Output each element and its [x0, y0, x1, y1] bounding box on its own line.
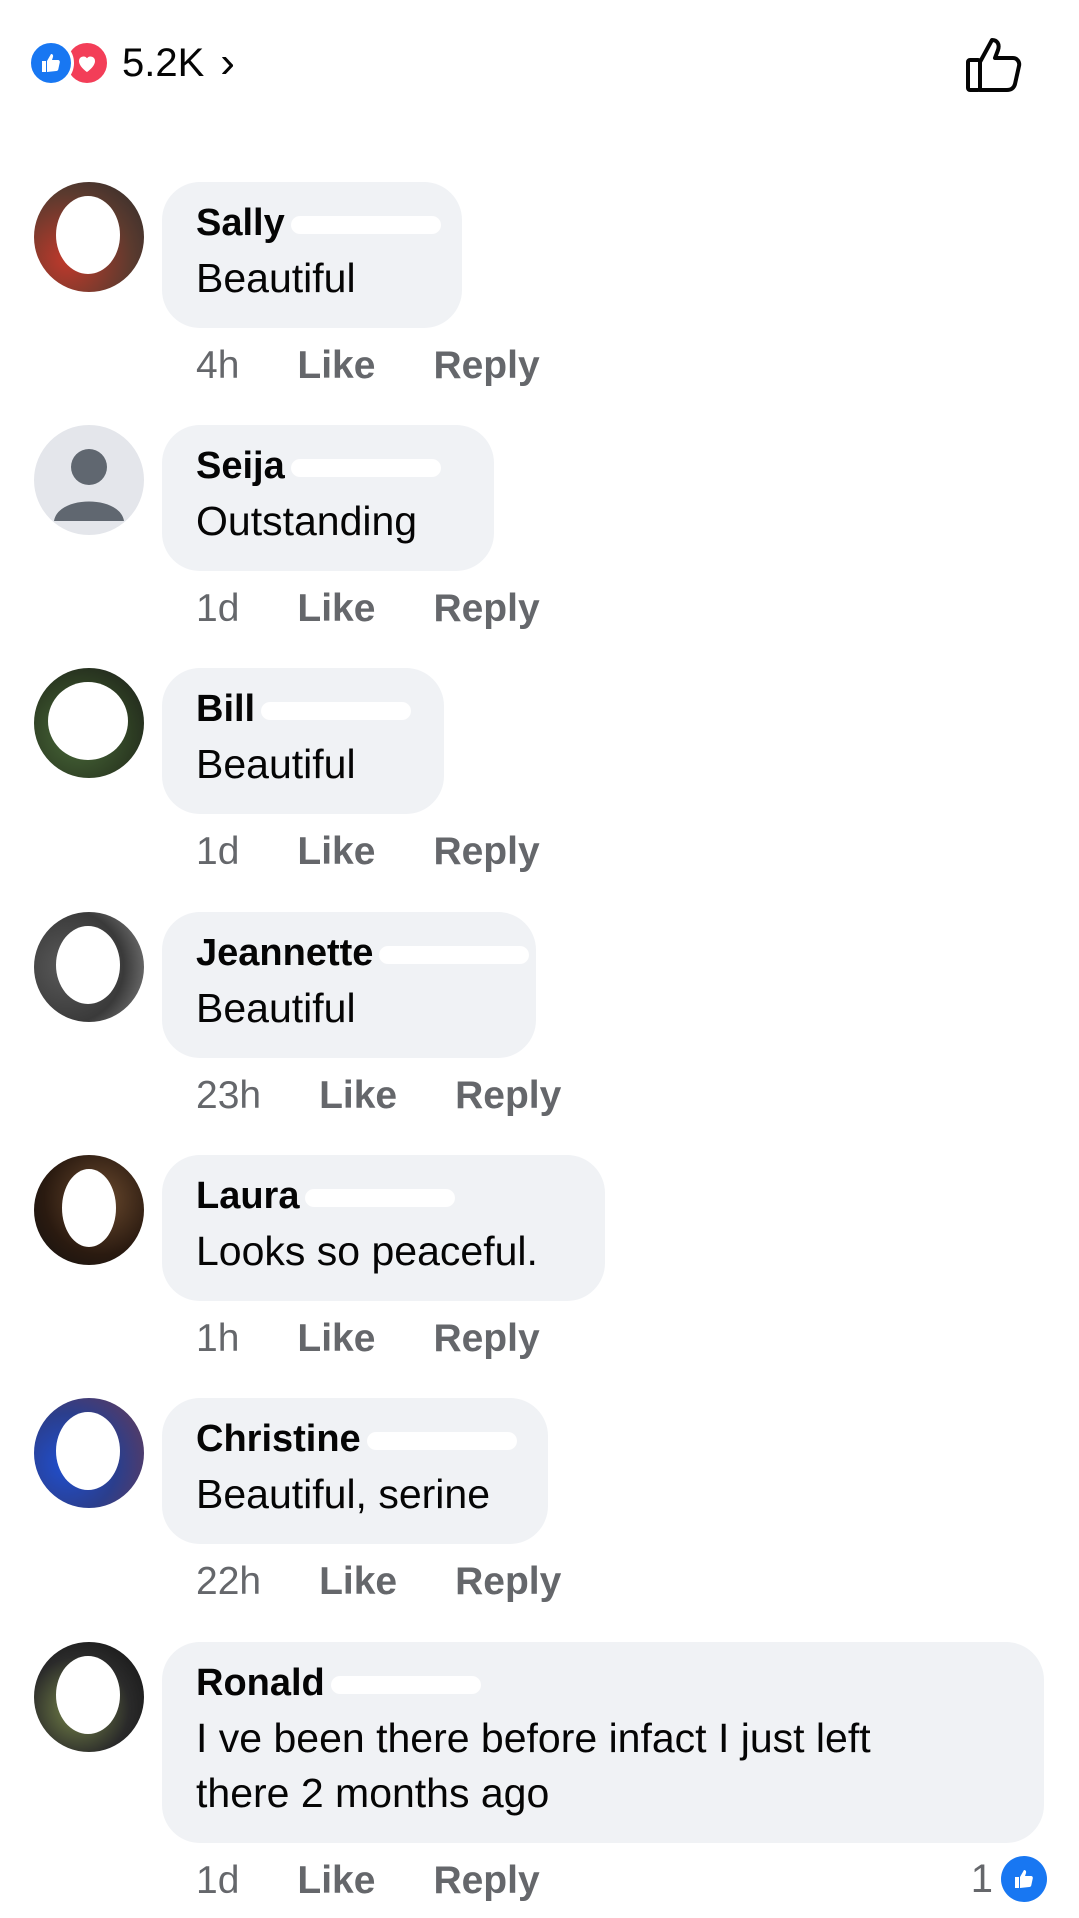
comment-text: Beautiful, serine: [196, 1471, 491, 1517]
reply-button[interactable]: Reply: [433, 1859, 539, 1903]
reply-button[interactable]: Reply: [455, 1560, 561, 1604]
avatar[interactable]: [34, 1398, 144, 1508]
comment-time: 1d: [196, 830, 240, 873]
chevron-right-icon: ›: [220, 38, 235, 87]
comment-author[interactable]: Jeannette: [196, 932, 530, 975]
like-button[interactable]: Like: [319, 1560, 397, 1604]
avatar[interactable]: [34, 182, 144, 292]
reply-button[interactable]: Reply: [433, 830, 539, 874]
reaction-count: 5.2K: [122, 40, 205, 85]
comment-actions: 4h Like Reply: [196, 344, 598, 388]
comment-bubble: Ronald I ve been there before infact I j…: [162, 1642, 1044, 1843]
comment-bubble: Seija Outstanding: [162, 425, 494, 571]
comment-author[interactable]: Ronald: [196, 1662, 1010, 1705]
comment-bubble: Bill Beautiful: [162, 668, 444, 814]
avatar[interactable]: [34, 425, 144, 535]
comment-bubble: Sally Beautiful: [162, 182, 462, 328]
comment-text: I ve been there before infact I just lef…: [196, 1715, 871, 1816]
like-button[interactable]: Like: [319, 1074, 397, 1118]
like-button[interactable]: Like: [297, 830, 375, 874]
comment-author[interactable]: Bill: [196, 688, 412, 731]
comment-bubble: Laura Looks so peaceful.: [162, 1155, 605, 1301]
like-button[interactable]: Like: [297, 1859, 375, 1903]
like-reaction-icon: [1001, 1856, 1047, 1902]
comment-time: 1d: [196, 587, 240, 630]
comment-time: 23h: [196, 1074, 262, 1117]
comment-author[interactable]: Laura: [196, 1175, 571, 1218]
comment-reaction-count[interactable]: 1: [971, 1856, 1047, 1902]
comment-actions: 1h Like Reply: [196, 1317, 598, 1361]
comment-bubble: Jeannette Beautiful: [162, 912, 536, 1058]
like-reaction-icon: [28, 40, 74, 86]
like-button[interactable]: Like: [297, 344, 375, 388]
comment-actions: 1d Like Reply: [196, 587, 598, 631]
comment-text: Beautiful: [196, 985, 356, 1031]
reply-button[interactable]: Reply: [433, 587, 539, 631]
reply-button[interactable]: Reply: [433, 1317, 539, 1361]
reply-button[interactable]: Reply: [433, 344, 539, 388]
comment-author[interactable]: Sally: [196, 202, 441, 245]
comment-text: Looks so peaceful.: [196, 1228, 538, 1274]
default-avatar-icon: [54, 449, 124, 521]
comment-actions: 1d Like Reply: [196, 1859, 598, 1903]
reply-button[interactable]: Reply: [455, 1074, 561, 1118]
comment-time: 1h: [196, 1317, 240, 1360]
comment-author[interactable]: Seija: [196, 445, 460, 488]
avatar[interactable]: [34, 668, 144, 778]
reactions-summary[interactable]: 5.2K ›: [28, 38, 235, 88]
comment-actions: 23h Like Reply: [196, 1074, 619, 1118]
avatar[interactable]: [34, 912, 144, 1022]
comment-text: Beautiful: [196, 741, 356, 787]
comment-actions: 22h Like Reply: [196, 1560, 619, 1604]
comment-time: 4h: [196, 344, 240, 387]
comment-author[interactable]: Christine: [196, 1418, 517, 1461]
comment-time: 1d: [196, 1859, 240, 1902]
post-header: 5.2K ›: [0, 0, 1079, 126]
avatar[interactable]: [34, 1642, 144, 1752]
comment-text: Beautiful: [196, 255, 356, 301]
comment-actions: 1d Like Reply: [196, 830, 598, 874]
avatar[interactable]: [34, 1155, 144, 1265]
thumbs-up-outline-icon[interactable]: [962, 34, 1024, 96]
comment-text: Outstanding: [196, 498, 418, 544]
comment-time: 22h: [196, 1560, 262, 1603]
like-button[interactable]: Like: [297, 587, 375, 631]
like-button[interactable]: Like: [297, 1317, 375, 1361]
reaction-count-number: 1: [970, 1856, 993, 1901]
comment-bubble: Christine Beautiful, serine: [162, 1398, 548, 1544]
